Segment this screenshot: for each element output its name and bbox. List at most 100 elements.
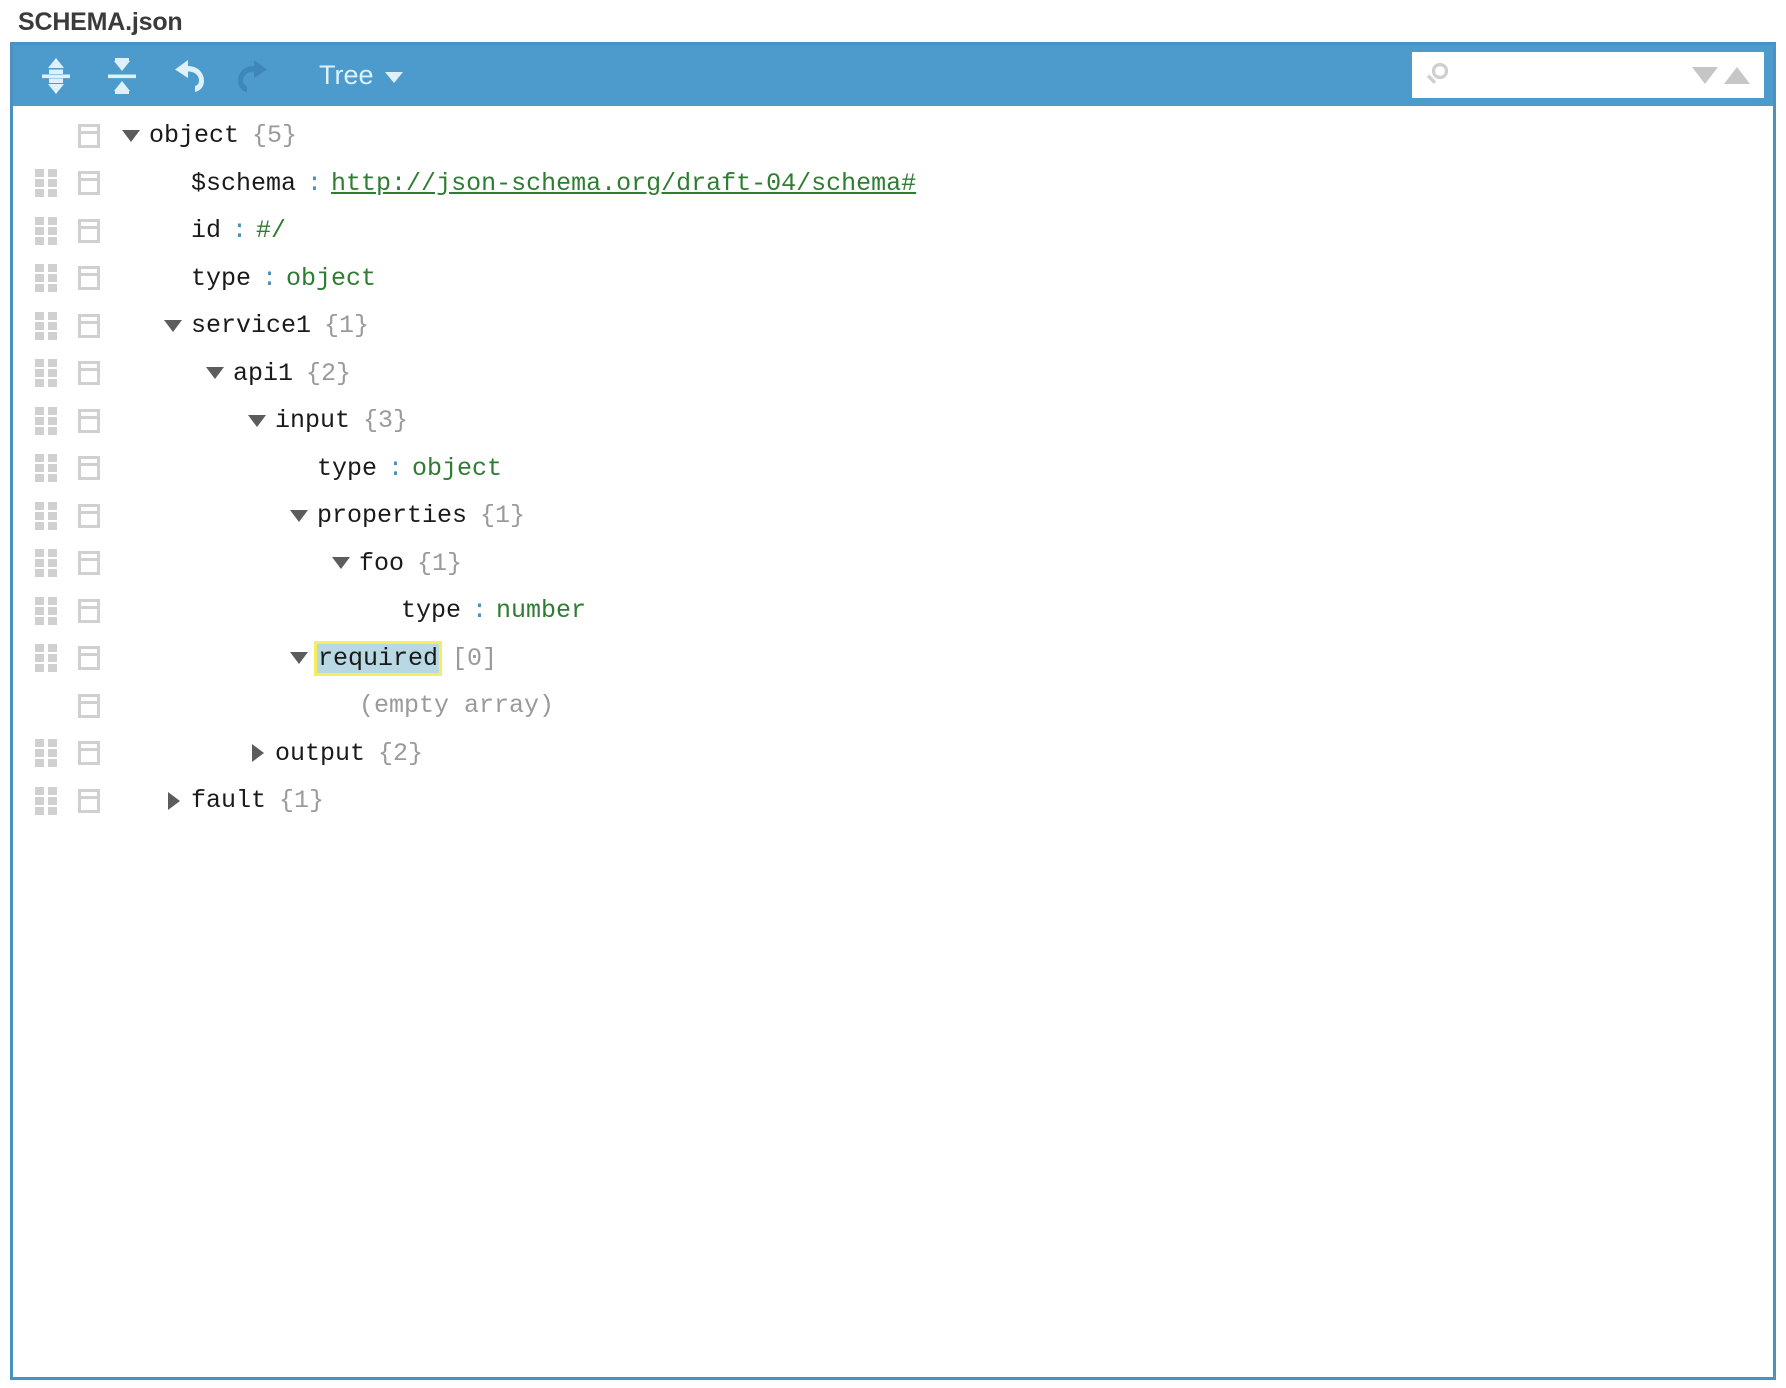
search-icon (1426, 62, 1449, 84)
child-count: {2} (306, 358, 352, 388)
tree-key[interactable]: foo (359, 549, 404, 578)
caret-down-icon[interactable] (164, 320, 191, 332)
field-menu-icon[interactable] (78, 693, 100, 718)
drag-handle-icon[interactable] (35, 501, 61, 530)
tree-key[interactable]: type (191, 264, 251, 293)
tree-value[interactable]: object (286, 264, 376, 293)
collapse-all-button[interactable] (93, 50, 151, 102)
tree-row-content: id: #/ (122, 216, 286, 245)
caret-down-icon[interactable] (206, 367, 233, 379)
tree-key[interactable]: id (191, 216, 221, 245)
tree-row[interactable]: id: #/ (13, 207, 1773, 255)
tree-row[interactable]: output {2} (13, 730, 1773, 778)
drag-handle-icon[interactable] (35, 264, 61, 293)
search-next-icon[interactable] (1692, 66, 1718, 84)
tree-key[interactable]: properties (317, 501, 467, 530)
redo-button[interactable] (225, 50, 283, 102)
drag-handle-icon[interactable] (35, 311, 61, 340)
redo-icon (238, 59, 267, 92)
search-navigation (1692, 66, 1750, 84)
caret-down-icon[interactable] (122, 130, 149, 142)
tree-row-content: type: object (122, 264, 376, 293)
tree-key[interactable]: type (317, 454, 377, 483)
field-menu-icon[interactable] (78, 646, 100, 671)
field-menu-icon[interactable] (78, 456, 100, 481)
tree-key[interactable]: fault (191, 786, 266, 815)
tree-row-content: type: object (122, 454, 502, 483)
key-value-separator: : (388, 453, 404, 483)
tree-value[interactable]: object (412, 454, 502, 483)
caret-down-icon[interactable] (290, 510, 317, 522)
field-menu-icon[interactable] (78, 123, 100, 148)
mode-dropdown[interactable]: Tree (313, 56, 409, 95)
field-menu-icon[interactable] (78, 741, 100, 766)
field-menu-icon[interactable] (78, 361, 100, 386)
expand-all-icon (42, 57, 70, 94)
undo-button[interactable] (159, 50, 217, 102)
tree-row[interactable]: service1 {1} (13, 302, 1773, 350)
tree-key[interactable]: $schema (191, 169, 296, 198)
page-title: SCHEMA.json (18, 8, 183, 36)
drag-handle-icon[interactable] (35, 549, 61, 578)
search-previous-icon[interactable] (1724, 66, 1750, 84)
chevron-down-icon (384, 72, 403, 83)
tree-row[interactable]: type: object (13, 445, 1773, 493)
drag-handle-icon[interactable] (35, 739, 61, 768)
tree-key[interactable]: type (401, 596, 461, 625)
drag-handle-icon[interactable] (35, 359, 61, 388)
undo-icon (175, 59, 204, 92)
tree-row[interactable]: type: object (13, 255, 1773, 303)
drag-handle-icon[interactable] (35, 644, 61, 673)
tree-row-content: foo {1} (122, 549, 462, 578)
tree-key[interactable]: api1 (233, 359, 293, 388)
tree-row[interactable]: required [0] (13, 635, 1773, 683)
child-count: {5} (252, 121, 298, 151)
tree-row-content: $schema: http://json-schema.org/draft-04/… (122, 169, 916, 198)
tree-key[interactable]: output (275, 739, 365, 768)
field-menu-icon[interactable] (78, 551, 100, 576)
tree-row[interactable]: api1 {2} (13, 350, 1773, 398)
json-editor-panel: Tree object {5} $schema: http://json-schema… (10, 42, 1776, 1380)
tree-row[interactable]: (empty array) (13, 682, 1773, 730)
json-editor-app: SCHEMA.json Tree object {5} $schema: ht… (0, 0, 1786, 1388)
search-input[interactable] (1452, 55, 1692, 95)
tree-row[interactable]: fault {1} (13, 777, 1773, 825)
field-menu-icon[interactable] (78, 171, 100, 196)
field-menu-icon[interactable] (78, 218, 100, 243)
tree-row[interactable]: object {5} (13, 112, 1773, 160)
drag-handle-icon[interactable] (35, 216, 61, 245)
caret-down-icon[interactable] (332, 557, 359, 569)
caret-right-icon[interactable] (164, 792, 191, 810)
expand-all-button[interactable] (27, 50, 85, 102)
tree-key[interactable]: input (275, 406, 350, 435)
drag-handle-icon[interactable] (35, 454, 61, 483)
drag-handle-icon[interactable] (35, 406, 61, 435)
key-value-separator: : (262, 263, 278, 293)
field-menu-icon[interactable] (78, 503, 100, 528)
tree-value[interactable]: #/ (256, 216, 286, 245)
tree-key[interactable]: service1 (191, 311, 311, 340)
tree-row-content: type: number (122, 596, 586, 625)
child-count: [0] (452, 643, 498, 673)
drag-handle-icon[interactable] (35, 596, 61, 625)
caret-right-icon[interactable] (248, 744, 275, 762)
drag-handle-icon[interactable] (35, 786, 61, 815)
tree-row[interactable]: type: number (13, 587, 1773, 635)
caret-down-icon[interactable] (290, 652, 317, 664)
tree-row[interactable]: properties {1} (13, 492, 1773, 540)
value-link[interactable]: http://json-schema.org/draft-04/schema# (331, 169, 916, 198)
field-menu-icon[interactable] (78, 266, 100, 291)
tree-value[interactable]: number (496, 596, 586, 625)
tree-key[interactable]: object (149, 121, 239, 150)
tree-row[interactable]: input {3} (13, 397, 1773, 445)
field-menu-icon[interactable] (78, 598, 100, 623)
field-menu-icon[interactable] (78, 313, 100, 338)
drag-handle-icon[interactable] (35, 169, 61, 198)
tree-row[interactable]: $schema: http://json-schema.org/draft-04/… (13, 160, 1773, 208)
field-menu-icon[interactable] (78, 408, 100, 433)
tree-row-content: properties {1} (122, 501, 525, 530)
tree-row[interactable]: foo {1} (13, 540, 1773, 588)
caret-down-icon[interactable] (248, 415, 275, 427)
field-menu-icon[interactable] (78, 788, 100, 813)
selected-key[interactable]: required (313, 640, 443, 676)
